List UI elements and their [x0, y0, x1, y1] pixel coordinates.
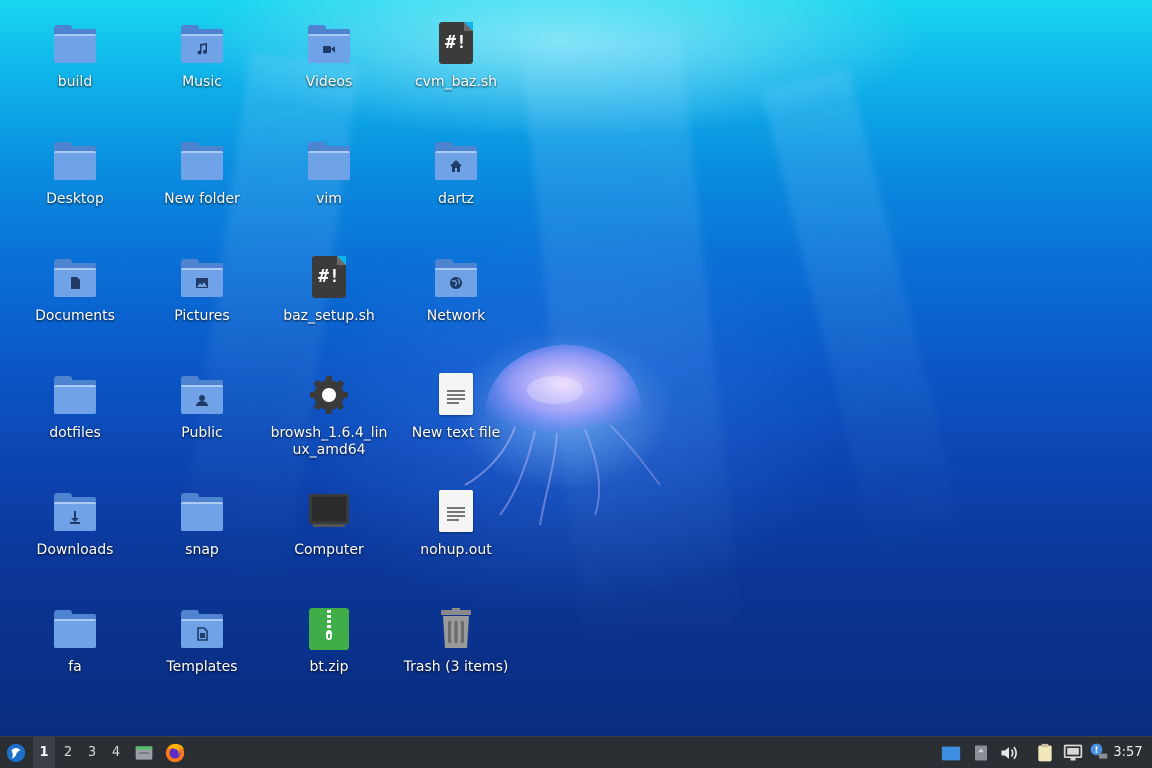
icon-label: vim	[316, 191, 342, 207]
computer-icon	[307, 490, 351, 534]
folder-pictures[interactable]: Pictures	[140, 256, 264, 325]
icon-label: Documents	[35, 308, 115, 324]
folder-templates[interactable]: Templates	[140, 607, 264, 676]
text-file-icon	[434, 490, 478, 534]
file-bt-zip[interactable]: bt.zip	[267, 607, 391, 676]
trash[interactable]: Trash (3 items)	[394, 607, 518, 676]
app-menu-icon	[6, 743, 26, 763]
icon-label: nohup.out	[420, 542, 492, 558]
icon-label: bt.zip	[309, 659, 349, 675]
updates-icon	[1090, 743, 1108, 759]
icon-label: cvm_baz.sh	[414, 74, 498, 90]
file-browsh[interactable]: browsh_1.6.4_linux_amd64	[267, 373, 391, 459]
music-folder-icon	[180, 22, 224, 66]
workspace-3-button[interactable]: 3	[81, 737, 103, 768]
icon-label: Trash (3 items)	[403, 659, 509, 675]
file-baz-setup-sh[interactable]: #! baz_setup.sh	[267, 256, 391, 325]
folder-build[interactable]: build	[13, 22, 137, 91]
folder-fa[interactable]: fa	[13, 607, 137, 676]
light-ray	[761, 69, 965, 557]
icon-label: snap	[185, 542, 219, 558]
folder-icon	[180, 490, 224, 534]
icon-label: fa	[68, 659, 82, 675]
clock[interactable]: 3:57	[1110, 737, 1146, 768]
icon-label: Pictures	[174, 308, 230, 324]
icon-label: Downloads	[36, 542, 114, 558]
notifications-button[interactable]	[970, 737, 992, 768]
computer[interactable]: Computer	[267, 490, 391, 559]
icon-label: browsh_1.6.4_linux_amd64	[270, 425, 388, 458]
folder-documents[interactable]: Documents	[13, 256, 137, 325]
clipboard-button[interactable]	[1033, 737, 1057, 768]
icon-label: New text file	[411, 425, 501, 441]
app-menu-button[interactable]	[2, 737, 30, 768]
documents-folder-icon	[53, 256, 97, 300]
gear-icon	[307, 373, 351, 417]
icon-label: Computer	[294, 542, 364, 558]
network-icon	[1063, 744, 1083, 761]
videos-folder-icon	[307, 22, 351, 66]
file-new-text-file[interactable]: New text file	[394, 373, 518, 442]
icon-label: baz_setup.sh	[283, 308, 375, 324]
file-manager-launcher[interactable]	[132, 737, 156, 768]
folder-network[interactable]: Network	[394, 256, 518, 325]
icon-label: Public	[181, 425, 223, 441]
icon-label: dartz	[437, 191, 475, 207]
folder-vim[interactable]: vim	[267, 139, 391, 208]
icon-label: New folder	[164, 191, 240, 207]
folder-music[interactable]: Music	[140, 22, 264, 91]
shell-script-icon: #!	[434, 22, 478, 66]
templates-folder-icon	[180, 607, 224, 651]
folder-downloads[interactable]: Downloads	[13, 490, 137, 559]
workspace-1-button[interactable]: 1	[33, 737, 55, 768]
home-folder-icon	[434, 139, 478, 183]
folder-icon	[53, 373, 97, 417]
trash-icon	[434, 607, 478, 651]
window-list-button[interactable]	[938, 737, 964, 768]
icon-label: Desktop	[46, 191, 104, 207]
volume-button[interactable]	[998, 737, 1020, 768]
icon-label: dotfiles	[49, 425, 101, 441]
window-list-icon	[941, 746, 961, 761]
public-folder-icon	[180, 373, 224, 417]
file-nohup-out[interactable]: nohup.out	[394, 490, 518, 559]
network-button[interactable]	[1061, 737, 1085, 768]
firefox-launcher[interactable]	[162, 737, 188, 768]
folder-new-folder[interactable]: New folder	[140, 139, 264, 208]
workspace-2-button[interactable]: 2	[57, 737, 79, 768]
updates-button[interactable]	[1088, 737, 1110, 768]
icon-label: Templates	[166, 659, 238, 675]
icon-label: Network	[426, 308, 486, 324]
network-folder-icon	[434, 256, 478, 300]
folder-videos[interactable]: Videos	[267, 22, 391, 91]
shell-script-icon: #!	[307, 256, 351, 300]
volume-icon	[1001, 746, 1017, 760]
archive-icon	[307, 607, 351, 651]
taskbar: 1 2 3 4 3:57	[0, 736, 1152, 768]
folder-dotfiles[interactable]: dotfiles	[13, 373, 137, 442]
notifications-icon	[975, 745, 987, 761]
folder-desktop[interactable]: Desktop	[13, 139, 137, 208]
icon-label: build	[57, 74, 93, 90]
icon-label: Music	[182, 74, 222, 90]
folder-public[interactable]: Public	[140, 373, 264, 442]
folder-snap[interactable]: snap	[140, 490, 264, 559]
pictures-folder-icon	[180, 256, 224, 300]
folder-icon	[53, 139, 97, 183]
clipboard-icon	[1038, 743, 1052, 762]
workspace-4-button[interactable]: 4	[105, 737, 127, 768]
file-manager-icon	[135, 746, 153, 760]
file-cvm-baz-sh[interactable]: #! cvm_baz.sh	[394, 22, 518, 91]
folder-icon	[53, 607, 97, 651]
firefox-icon	[165, 743, 185, 763]
folder-icon	[53, 22, 97, 66]
folder-icon	[180, 139, 224, 183]
text-file-icon	[434, 373, 478, 417]
folder-dartz[interactable]: dartz	[394, 139, 518, 208]
downloads-folder-icon	[53, 490, 97, 534]
folder-icon	[307, 139, 351, 183]
icon-label: Videos	[305, 74, 353, 90]
